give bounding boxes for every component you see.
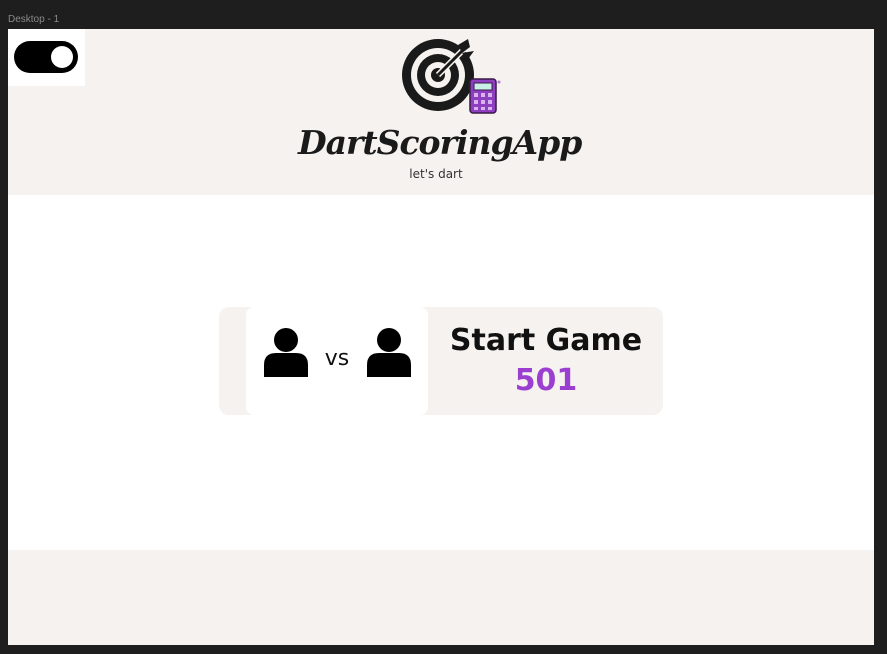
players-matchup: vs	[246, 307, 428, 415]
dartboard-target-icon	[402, 39, 501, 114]
app-footer	[8, 550, 874, 645]
main-content: vs Start Game 501	[8, 195, 874, 550]
app-logo: DartScoringApp let's dart	[298, 37, 582, 187]
calculator-icon	[469, 78, 501, 114]
toggle-switch-icon	[51, 46, 73, 68]
theme-toggle-switch[interactable]	[14, 41, 78, 73]
logo-title: DartScoringApp	[298, 123, 582, 162]
start-game-label: Start Game	[449, 323, 643, 358]
app-header: DartScoringApp let's dart	[8, 29, 874, 195]
game-mode-value: 501	[514, 363, 578, 398]
frame-label: Desktop - 1	[8, 14, 60, 25]
user-icon	[264, 328, 308, 377]
theme-toggle-container	[8, 29, 85, 86]
vs-label: vs	[324, 346, 350, 371]
logo-tagline: let's dart	[409, 167, 463, 181]
user-icon	[367, 328, 411, 377]
desktop-frame: DartScoringApp let's dart vs Start Game …	[8, 29, 874, 645]
start-game-card[interactable]: vs Start Game 501	[219, 307, 663, 415]
